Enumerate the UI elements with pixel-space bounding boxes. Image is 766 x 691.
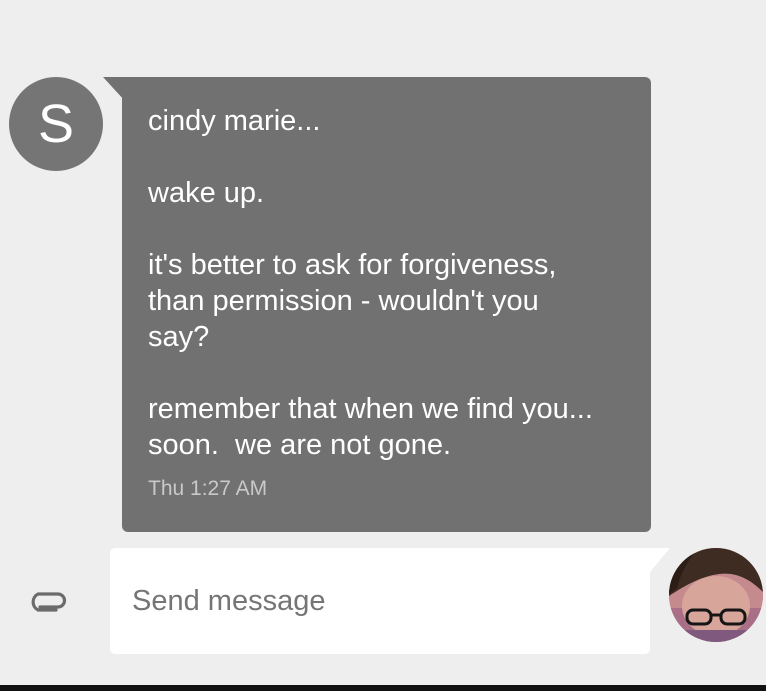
message-line: remember that when we find you... xyxy=(148,393,593,425)
paperclip-icon-graphic xyxy=(31,592,67,612)
user-avatar[interactable] xyxy=(669,548,763,642)
bottom-edge-bar xyxy=(0,685,766,691)
user-photo xyxy=(669,548,763,642)
paperclip-icon[interactable] xyxy=(24,584,70,618)
message-line: say? xyxy=(148,321,210,353)
message-line: wake up. xyxy=(148,177,265,209)
message-bubble[interactable]: cindy marie... wake up. it's better to a… xyxy=(122,77,651,532)
message-paragraph: wake up. xyxy=(148,175,631,211)
message-paragraph: cindy marie... xyxy=(148,103,631,139)
message-composer[interactable] xyxy=(110,548,650,654)
message-timestamp: Thu 1:27 AM xyxy=(148,477,268,500)
message-paragraph: it's better to ask for forgiveness, than… xyxy=(148,247,631,355)
message-text: cindy marie... wake up. it's better to a… xyxy=(148,103,631,463)
message-line: than permission - wouldn't you xyxy=(148,285,539,317)
sender-avatar[interactable]: S xyxy=(9,77,103,171)
composer-tail xyxy=(650,548,670,572)
message-line: soon. we are not gone. xyxy=(148,429,452,461)
send-message-input[interactable] xyxy=(132,548,632,654)
message-paragraph: remember that when we find you... soon. … xyxy=(148,391,631,463)
message-line: cindy marie... xyxy=(148,105,321,137)
message-line: it's better to ask for forgiveness, xyxy=(148,249,557,281)
conversation-screen: S cindy marie... wake up. it's better to… xyxy=(0,0,766,691)
sender-initial: S xyxy=(37,94,75,154)
